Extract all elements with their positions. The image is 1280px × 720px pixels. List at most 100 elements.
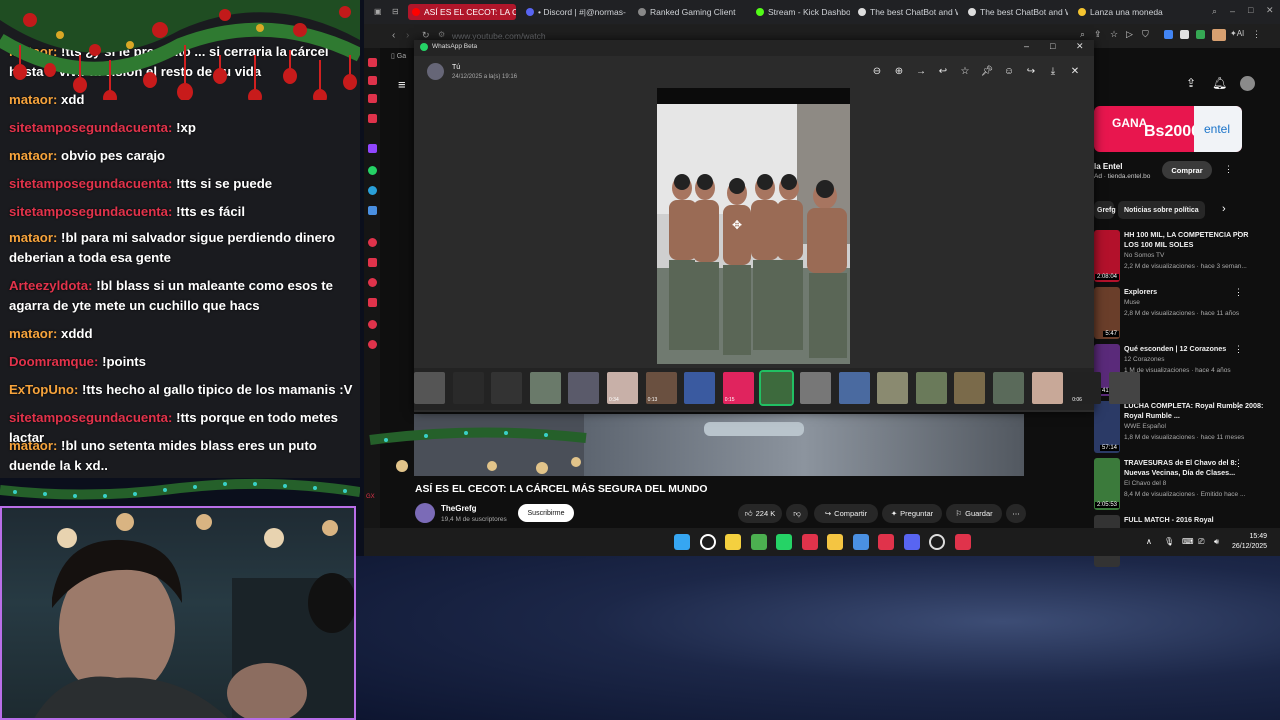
microphone-icon[interactable]: 🎙︎ — [1164, 537, 1174, 546]
opera-icon[interactable] — [801, 534, 818, 550]
extension-icon[interactable] — [1164, 30, 1173, 39]
zoom-out-icon[interactable]: ⊖ — [870, 66, 884, 77]
keyboard-icon[interactable]: ⌨ — [1182, 537, 1194, 546]
create-upload-icon[interactable]: ⇪ — [1186, 76, 1196, 90]
chat-username[interactable]: mataor: — [9, 92, 57, 107]
video-info[interactable]: LUCHA COMPLETA: Royal Rumble 2008: Royal… — [1124, 401, 1264, 443]
history-icon[interactable] — [368, 278, 377, 287]
video-thumbnail[interactable]: 2:05:53 — [1094, 458, 1120, 510]
sidebar-app-icon[interactable] — [368, 114, 377, 123]
media-thumbnail[interactable] — [529, 372, 561, 404]
site-info-icon[interactable]: ⚙ — [438, 30, 445, 39]
sidebar-app-icon[interactable] — [368, 320, 377, 329]
media-thumbnail[interactable]: 0:06 — [1070, 372, 1102, 404]
close-browser-icon[interactable]: ✕ — [1266, 5, 1274, 16]
menu-more-icon[interactable]: ⋮ — [1252, 29, 1261, 40]
browser-tab[interactable]: • Discord | #|@normas- — [522, 4, 630, 20]
settings-icon[interactable] — [368, 340, 377, 349]
video-info[interactable]: Qué esconden | 12 Corazones 12 Corazones 1… — [1124, 344, 1264, 376]
obs-icon[interactable] — [929, 534, 945, 550]
share-button[interactable]: ↪ Compartir — [814, 504, 878, 523]
minimize-browser-icon[interactable]: – — [1230, 6, 1235, 16]
media-thumbnail[interactable] — [877, 372, 909, 404]
dislike-button[interactable]: 👎︎ — [786, 504, 808, 523]
chat-username[interactable]: ExTopUno: — [9, 382, 78, 397]
sidebar-app-icon[interactable] — [368, 58, 377, 67]
forward-icon[interactable]: → — [914, 66, 928, 77]
taskbar-clock[interactable]: 15:49 26/12/2025 — [1232, 532, 1267, 552]
emoji-icon[interactable]: ☺ — [1002, 66, 1016, 77]
video-thumbnail[interactable]: 5:47 — [1094, 287, 1120, 339]
tab-list-icon[interactable]: ▣ — [374, 7, 382, 16]
video-info[interactable]: FULL MATCH - 2016 Royal — [1124, 515, 1264, 525]
chat-username[interactable]: Arteezyldota: — [9, 278, 93, 293]
browser-tab[interactable]: The best ChatBot and W — [854, 4, 958, 20]
media-thumbnail[interactable] — [1108, 372, 1140, 404]
browser-tab[interactable]: Stream - Kick Dashboard — [752, 4, 850, 20]
whatsapp-icon[interactable] — [368, 166, 377, 175]
more-actions-button[interactable]: ⋯ — [1006, 504, 1026, 523]
search-tabs-icon[interactable]: ⌕ — [1212, 6, 1217, 17]
whatsapp-icon[interactable] — [776, 534, 792, 550]
media-thumbnail[interactable] — [568, 372, 600, 404]
save-button[interactable]: ⚐ Guardar — [946, 504, 1002, 523]
media-thumbnail[interactable] — [452, 372, 484, 404]
tray-overflow-icon[interactable]: ∧ — [1146, 537, 1152, 546]
maximize-browser-icon[interactable]: □ — [1248, 5, 1253, 15]
app-icon[interactable] — [954, 534, 971, 550]
share-page-icon[interactable]: ⇪ — [1094, 29, 1102, 40]
chat-username[interactable]: mataor: — [9, 326, 57, 341]
browser-tab[interactable]: Lanza una moneda — [1074, 4, 1164, 20]
chip-politics[interactable]: Noticias sobre política — [1118, 201, 1205, 219]
maximize-icon[interactable]: □ — [1050, 41, 1055, 51]
chips-next-icon[interactable]: › — [1222, 203, 1226, 215]
video-thumbnail[interactable]: 2:08:04 — [1094, 230, 1120, 282]
ad-banner[interactable]: GANA Bs20000 entel — [1094, 106, 1242, 152]
video-info[interactable]: HH 100 MIL, LA COMPETENCIA POR LOS 100 M… — [1124, 230, 1264, 272]
network-icon[interactable]: ⎚ — [1198, 537, 1204, 547]
media-thumbnail[interactable] — [684, 372, 716, 404]
start-icon[interactable] — [674, 534, 690, 550]
channel-name[interactable]: TheGrefg — [441, 504, 477, 513]
close-window-icon[interactable]: ✕ — [1076, 41, 1084, 52]
media-thumbnail[interactable] — [759, 370, 795, 406]
subscribe-button[interactable]: Suscribirme — [518, 504, 574, 522]
sidebar-app-icon[interactable] — [368, 238, 377, 247]
chat-username[interactable]: mataor: — [9, 44, 57, 59]
hamburger-menu-icon[interactable]: ≡ — [398, 77, 406, 92]
chat-username[interactable]: sitetamposegundacuenta: — [9, 204, 172, 219]
chat-username[interactable]: mataor: — [9, 148, 57, 163]
chat-username[interactable]: sitetamposegundacuenta: — [9, 120, 172, 135]
channel-avatar[interactable] — [415, 503, 435, 523]
ai-icon[interactable]: ✦AI — [1230, 29, 1244, 38]
play-icon[interactable]: ▷ — [1126, 29, 1133, 40]
star-bookmark-icon[interactable]: ☆ — [1110, 29, 1118, 40]
media-thumbnail[interactable]: 0:34 — [607, 372, 638, 404]
ask-button[interactable]: ✦ Preguntar — [882, 504, 942, 523]
video-more-icon[interactable]: ⋮ — [1234, 458, 1243, 469]
video-thumbnail[interactable]: 57:14 — [1094, 401, 1120, 453]
close-icon[interactable]: ✕ — [1068, 66, 1082, 77]
pin-icon[interactable]: 📌︎ — [980, 66, 994, 77]
extension-icon[interactable] — [1180, 30, 1189, 39]
media-thumbnail[interactable] — [838, 372, 870, 404]
like-button[interactable]: 👍︎ 224 K — [738, 504, 782, 523]
ad-more-icon[interactable]: ⋮ — [1224, 164, 1233, 175]
widgets-icon[interactable] — [725, 534, 741, 550]
sidebar-app-icon[interactable] — [368, 206, 377, 215]
minimize-icon[interactable]: – — [1024, 41, 1029, 51]
media-thumbnail[interactable] — [915, 372, 947, 404]
shield-icon[interactable]: ⛉ — [1142, 29, 1149, 40]
telegram-icon[interactable] — [368, 186, 377, 195]
media-thumbnail[interactable] — [954, 372, 986, 404]
chat-username[interactable]: mataor: — [9, 438, 57, 453]
app-icon[interactable] — [878, 534, 894, 550]
back-icon[interactable]: ‹ — [392, 30, 395, 41]
media-thumbnail[interactable] — [414, 372, 445, 404]
zoom-in-icon[interactable]: ⊕ — [892, 66, 906, 77]
chat-username[interactable]: mataor: — [9, 230, 57, 245]
discord-icon[interactable] — [903, 534, 920, 550]
share-icon[interactable]: ↪ — [1024, 66, 1038, 77]
sidebar-app-icon[interactable] — [368, 94, 377, 103]
store-icon[interactable] — [852, 534, 869, 550]
